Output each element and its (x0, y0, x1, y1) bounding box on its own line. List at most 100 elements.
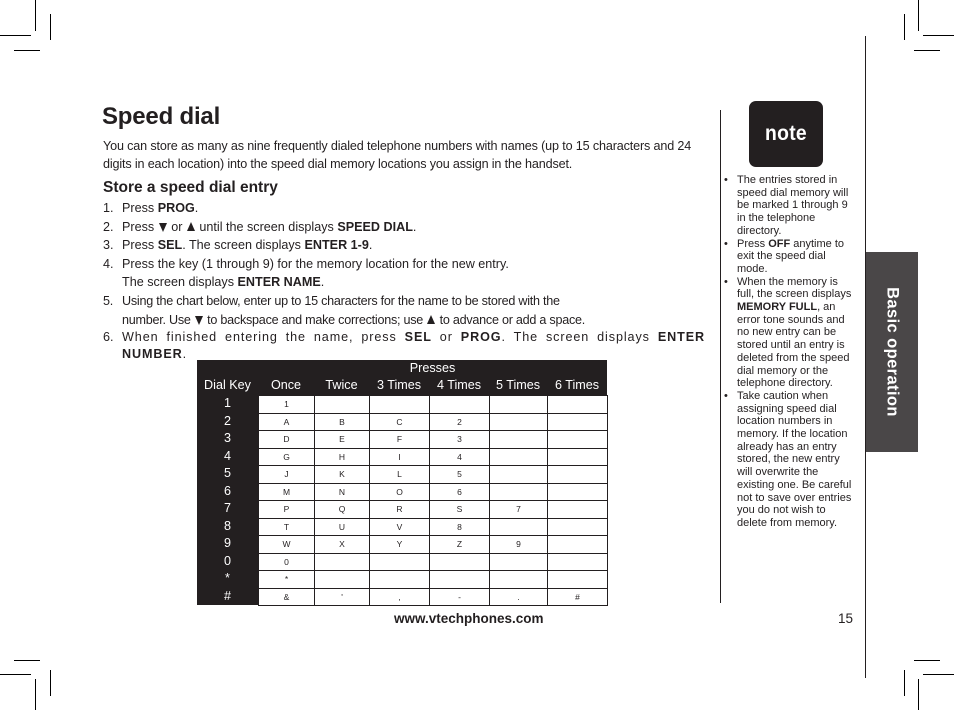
table-cell: M (258, 482, 315, 501)
table-row: JKL5 (258, 465, 608, 484)
table-cell: L (369, 465, 430, 484)
dial-key-label: 3 (223, 431, 231, 445)
table-cell (547, 395, 608, 414)
table-cell: R (369, 500, 430, 519)
table-cell: 8 (429, 517, 490, 536)
crop-mark (14, 660, 40, 661)
table-cell: ' (314, 587, 370, 606)
table-row: 0 (258, 552, 608, 571)
table-cell (489, 552, 548, 571)
section-heading: Store a speed dial entry (103, 179, 278, 196)
table-cell: . (489, 587, 548, 606)
crop-mark (50, 14, 51, 40)
table-cell: P (258, 500, 315, 519)
column-divider (720, 110, 721, 603)
table-cell (314, 395, 370, 414)
crop-mark (914, 50, 940, 51)
section-tab: Basic operation (866, 252, 918, 452)
table-cell (369, 570, 430, 589)
table-cell: W (258, 535, 315, 554)
crop-mark (35, 679, 36, 710)
crop-mark (14, 50, 40, 51)
table-cell: Q (314, 500, 370, 519)
bullet-icon: • (724, 174, 728, 186)
dial-key-label: 4 (223, 448, 231, 463)
table-cell (429, 395, 490, 414)
table-cell: Y (369, 535, 430, 554)
column-header: 5 Times (495, 378, 541, 392)
page-number: 15 (838, 611, 854, 626)
table-cell: 9 (489, 535, 548, 554)
page-title: Speed dial (102, 103, 221, 130)
table-cell (314, 552, 370, 571)
dial-key-label: 1 (223, 396, 231, 410)
down-arrow-icon (158, 222, 167, 232)
table-cell (489, 517, 548, 536)
table-cell (489, 482, 548, 501)
table-cell: V (369, 517, 430, 536)
table-cell: Z (429, 535, 490, 554)
table-cell (547, 570, 608, 589)
column-header: 3 Times (376, 378, 422, 392)
crop-mark (50, 670, 51, 696)
dial-key-label: * (225, 571, 230, 585)
table-cell (489, 395, 548, 414)
table-cell (547, 517, 608, 536)
step-2: 2. Press or until the screen displays SP… (103, 219, 417, 234)
crop-mark (914, 660, 940, 661)
table-cell: F (369, 430, 430, 449)
table-cell: S (429, 500, 490, 519)
table-cell: I (369, 447, 430, 466)
table-row: PQRS7 (258, 500, 608, 519)
table-row: 1 (258, 395, 608, 414)
table-cell: , (369, 587, 430, 606)
crop-mark (904, 670, 905, 696)
table-cell (547, 412, 608, 431)
bullet-icon: • (724, 237, 728, 250)
table-cell: J (258, 465, 315, 484)
intro-paragraph: You can store as many as nine frequently… (103, 139, 692, 171)
note-item: • The entries stored in speed dial memory… (724, 174, 849, 237)
table-cell: 1 (258, 395, 315, 414)
table-cell (489, 412, 548, 431)
table-cell: N (314, 482, 370, 501)
note-item: • Press OFF anytime to exit the speed dia… (724, 237, 844, 275)
note-list: • The entries stored in speed dial memory… (724, 174, 852, 530)
table-cell (489, 465, 548, 484)
table-row: DEF3 (258, 430, 608, 449)
crop-mark (923, 35, 954, 36)
crop-mark (0, 35, 31, 36)
dial-key-label: 8 (223, 518, 231, 533)
up-arrow-icon (427, 314, 436, 324)
note-item: • Take caution when assigning speed dial … (724, 389, 852, 529)
column-header: Dial Key (204, 378, 251, 392)
table-cell: 7 (489, 500, 548, 519)
dial-key-label: 7 (223, 501, 231, 515)
step-5: 5. Using the chart below, enter up to 15… (103, 293, 586, 327)
note-item: • When the memory is full, the screen dis… (724, 275, 852, 390)
table-cell: X (314, 535, 370, 554)
table-cell: A (258, 412, 315, 431)
table-cell (429, 552, 490, 571)
footer-url: www.vtechphones.com (394, 611, 544, 626)
table-cell (547, 430, 608, 449)
column-header: Once (270, 378, 302, 392)
step-6: 6. When finished entering the name, pres… (103, 330, 705, 362)
dial-key-label: # (223, 588, 231, 603)
presses-header: Presses (409, 361, 456, 375)
column-header: 6 Times (554, 378, 600, 392)
table-cell: D (258, 430, 315, 449)
dial-key-label: 2 (223, 413, 231, 428)
table-cell: 0 (258, 552, 315, 571)
table-cell: 3 (429, 430, 490, 449)
column-header: Twice (325, 378, 358, 392)
down-arrow-icon (194, 315, 203, 325)
table-cell (547, 552, 608, 571)
table-cell: C (369, 412, 430, 431)
table-cell (547, 500, 608, 519)
table-row: MNO6 (258, 482, 608, 501)
crop-mark (0, 674, 31, 675)
table-cell: # (547, 587, 608, 606)
steps-list: 1. Press PROG. 2. Press or until the scr… (103, 199, 705, 363)
table-row: * (258, 570, 608, 589)
